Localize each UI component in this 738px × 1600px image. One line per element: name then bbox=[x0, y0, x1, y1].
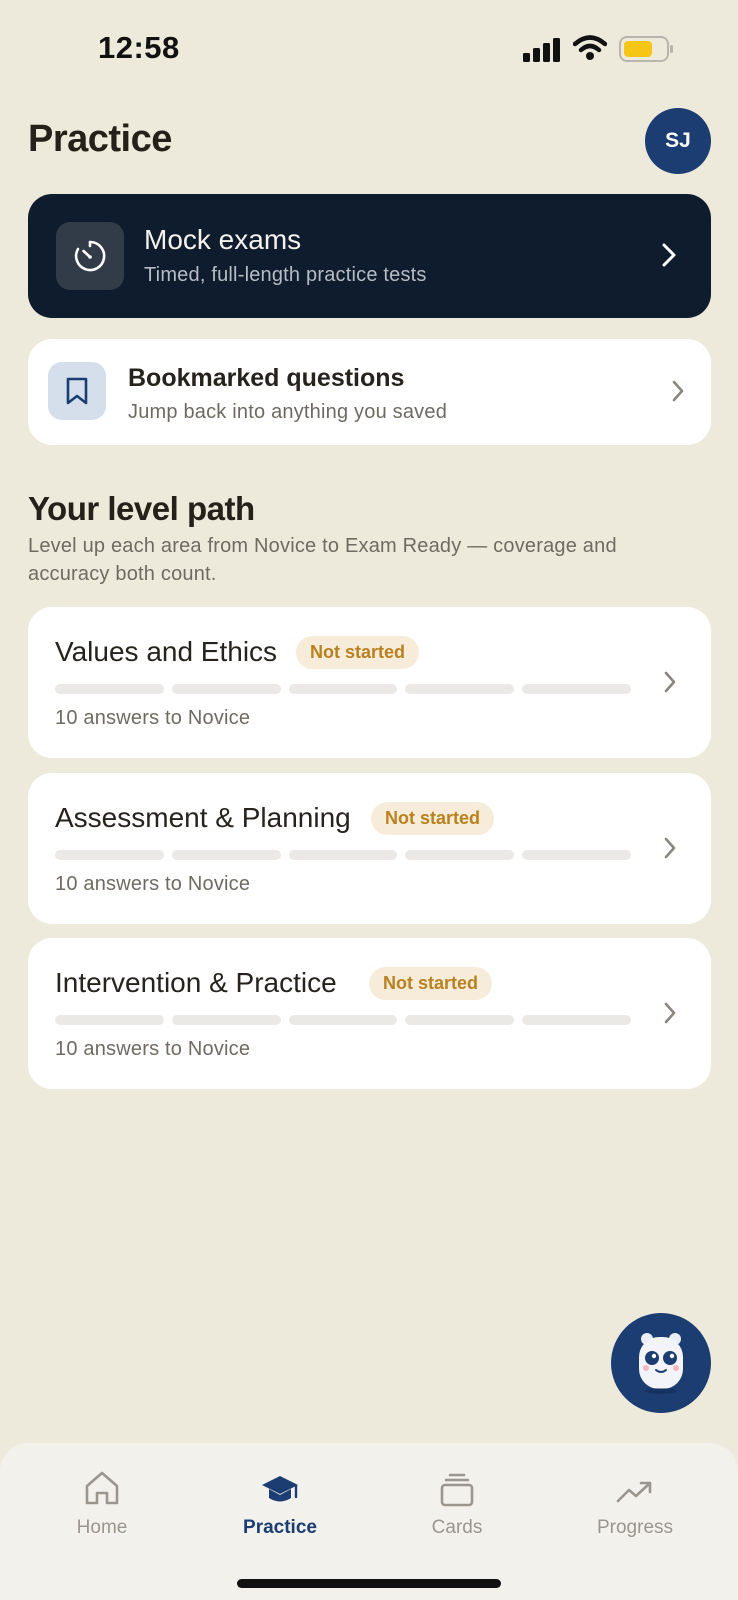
tab-progress[interactable]: Progress bbox=[560, 1463, 710, 1543]
chevron-right-icon bbox=[672, 380, 684, 402]
progress-segment bbox=[405, 1015, 515, 1025]
progress-segment bbox=[171, 1015, 281, 1025]
level-progress-bar bbox=[55, 1015, 631, 1025]
level-card-title: Assessment & Planning bbox=[55, 802, 351, 833]
progress-segment bbox=[55, 1015, 164, 1025]
tab-home[interactable]: Home bbox=[27, 1463, 177, 1543]
chevron-right-icon bbox=[664, 1002, 676, 1024]
page-title: Practice bbox=[28, 118, 172, 160]
trend-up-icon bbox=[616, 1481, 652, 1503]
tab-label: Progress bbox=[596, 1517, 674, 1538]
mascot-icon bbox=[639, 1333, 683, 1394]
level-progress-bar bbox=[55, 684, 631, 694]
bookmark-icon-box bbox=[48, 362, 106, 420]
battery-icon bbox=[619, 36, 673, 62]
bookmarked-subtitle: Jump back into anything you saved bbox=[128, 401, 448, 423]
progress-segment bbox=[522, 1015, 631, 1025]
chevron-right-icon bbox=[664, 837, 676, 859]
bookmarked-questions-card[interactable]: Bookmarked questions Jump back into anyt… bbox=[28, 339, 711, 445]
tab-label: Home bbox=[76, 1517, 128, 1538]
progress-segment bbox=[288, 850, 398, 860]
status-badge: Not started bbox=[369, 967, 493, 1000]
mock-exams-title: Mock exams bbox=[144, 224, 302, 255]
tab-label: Cards bbox=[431, 1517, 483, 1538]
mock-exams-subtitle: Timed, full-length practice tests bbox=[144, 264, 427, 286]
level-card-title: Values and Ethics bbox=[55, 636, 278, 667]
tab-practice[interactable]: Practice bbox=[205, 1463, 355, 1543]
tab-label: Practice bbox=[243, 1517, 317, 1538]
level-card-subtitle: 10 answers to Novice bbox=[55, 707, 251, 729]
section-title: Your level path bbox=[28, 490, 255, 527]
section-description: Level up each area from Novice to Exam R… bbox=[28, 535, 617, 585]
progress-segment bbox=[171, 684, 281, 694]
home-icon bbox=[85, 1471, 119, 1505]
level-card-title: Intervention & Practice bbox=[55, 967, 337, 998]
timer-icon bbox=[74, 240, 106, 272]
level-card-assessment-planning[interactable]: Assessment & Planning Not started 10 ans… bbox=[28, 773, 711, 924]
tab-cards[interactable]: Cards bbox=[382, 1463, 532, 1543]
progress-segment bbox=[405, 684, 515, 694]
bookmark-icon bbox=[66, 377, 88, 405]
mock-exams-card[interactable]: Mock exams Timed, full-length practice t… bbox=[28, 194, 711, 318]
level-progress-bar bbox=[55, 850, 631, 860]
chevron-right-icon bbox=[662, 243, 676, 267]
level-card-values-ethics[interactable]: Values and Ethics Not started 10 answers… bbox=[28, 607, 711, 758]
progress-segment bbox=[405, 850, 515, 860]
cards-icon bbox=[440, 1473, 474, 1507]
avatar[interactable]: SJ bbox=[645, 108, 711, 174]
progress-segment bbox=[288, 1015, 398, 1025]
progress-segment bbox=[288, 684, 398, 694]
progress-segment bbox=[55, 850, 164, 860]
progress-segment bbox=[522, 850, 631, 860]
cellular-signal-icon bbox=[523, 38, 560, 62]
home-indicator bbox=[237, 1579, 501, 1588]
level-card-subtitle: 10 answers to Novice bbox=[55, 1038, 251, 1060]
progress-segment bbox=[55, 684, 164, 694]
tab-bar: Home Practice Cards Progress bbox=[0, 1443, 738, 1600]
assistant-button[interactable] bbox=[611, 1313, 711, 1413]
bookmarked-title: Bookmarked questions bbox=[128, 364, 405, 392]
chevron-right-icon bbox=[664, 671, 676, 693]
status-bar: 12:58 bbox=[0, 0, 738, 100]
level-card-intervention-practice[interactable]: Intervention & Practice Not started 10 a… bbox=[28, 938, 711, 1089]
level-card-subtitle: 10 answers to Novice bbox=[55, 873, 251, 895]
progress-segment bbox=[522, 684, 631, 694]
progress-segment bbox=[171, 850, 281, 860]
timer-icon-box bbox=[56, 222, 124, 290]
wifi-icon bbox=[573, 35, 607, 60]
status-badge: Not started bbox=[371, 802, 495, 835]
graduation-cap-icon bbox=[262, 1476, 298, 1502]
status-time: 12:58 bbox=[98, 30, 180, 65]
status-badge: Not started bbox=[296, 636, 420, 669]
